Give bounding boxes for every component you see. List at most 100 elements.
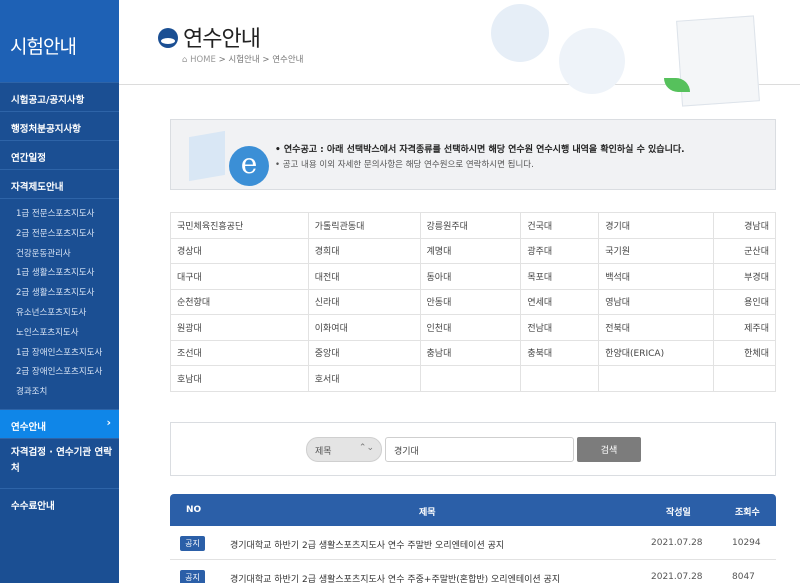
search-input[interactable]: 경기대 bbox=[385, 437, 574, 462]
institution-link[interactable]: 한양대(ERICA) bbox=[598, 339, 715, 366]
select-value: 제목 bbox=[315, 447, 332, 457]
submenu-item[interactable]: 2급 전문스포츠지도사 bbox=[0, 223, 119, 243]
sidebar-item-admin-notice[interactable]: 행정처분공지사항 bbox=[0, 111, 119, 140]
grid-row: 순천향대 신라대 안동대 연세대 영남대 용인대 bbox=[170, 288, 776, 315]
chevron-updown-icon: ⌃⌄ bbox=[358, 443, 374, 453]
grid-row: 원광대 이화여대 인천대 전남대 전북대 제주대 bbox=[170, 314, 776, 341]
decorative-block bbox=[189, 130, 225, 182]
institution-link[interactable]: 가톨릭관동대 bbox=[307, 212, 421, 239]
search-field-select[interactable]: 제목 ⌃⌄ bbox=[306, 437, 382, 462]
title-logo-icon bbox=[158, 28, 178, 48]
notice-text: • 연수공고 : 아래 선택박스에서 자격종류를 선택하시면 해당 연수원 연수… bbox=[275, 145, 685, 155]
institution-link[interactable]: 원광대 bbox=[170, 314, 309, 341]
column-title: 제목 bbox=[419, 508, 436, 518]
institution-link[interactable]: 동아대 bbox=[419, 263, 522, 290]
institution-link[interactable]: 대전대 bbox=[307, 263, 421, 290]
table-row[interactable]: 공지 경기대학교 하반기 2급 생활스포츠지도사 연수 주중+주말반(혼합반) … bbox=[170, 562, 776, 583]
institution-link[interactable]: 경상대 bbox=[170, 237, 309, 264]
institution-link[interactable]: 전북대 bbox=[598, 314, 715, 341]
institution-link[interactable]: 신라대 bbox=[307, 288, 421, 315]
institution-link[interactable]: 한체대 bbox=[713, 339, 776, 366]
sidebar-item-exam-notice[interactable]: 시험공고/공지사항 bbox=[0, 82, 119, 111]
notice-illustration: e bbox=[181, 128, 269, 186]
sidebar-item-fees[interactable]: 수수료안내 bbox=[0, 487, 119, 517]
institution-link[interactable]: 국기원 bbox=[598, 237, 715, 264]
post-date: 2021.07.28 bbox=[651, 572, 703, 582]
sidebar-item-annual-schedule[interactable]: 연간일정 bbox=[0, 140, 119, 169]
column-date: 작성일 bbox=[666, 508, 691, 518]
breadcrumb-home[interactable]: ⌂ HOME bbox=[182, 55, 216, 65]
page-title: 연수안내 bbox=[183, 27, 261, 52]
submenu-item[interactable]: 1급 전문스포츠지도사 bbox=[0, 203, 119, 223]
submenu-item[interactable]: 유소년스포츠지도사 bbox=[0, 302, 119, 322]
sidebar-item-label: 연수안내 bbox=[11, 421, 46, 433]
post-title[interactable]: 경기대학교 하반기 2급 생활스포츠지도사 연수 주중+주말반(혼합반) 오리엔… bbox=[230, 572, 560, 583]
sidebar-item-contacts[interactable]: 자격검정 · 연수기관 연락처 bbox=[0, 437, 119, 488]
institution-link[interactable]: 전남대 bbox=[520, 314, 600, 341]
institution-link[interactable]: 계명대 bbox=[419, 237, 522, 264]
institution-link[interactable]: 영남대 bbox=[598, 288, 715, 315]
sidebar: 시험안내 시험공고/공지사항 행정처분공지사항 연간일정 자격제도안내 1급 전… bbox=[0, 0, 119, 583]
post-views: 8047 bbox=[732, 572, 755, 582]
breadcrumb-path[interactable]: > 시험안내 > 연수안내 bbox=[219, 55, 304, 65]
institution-link[interactable]: 순천향대 bbox=[170, 288, 309, 315]
board-header: NO 제목 작성일 조회수 bbox=[170, 494, 776, 526]
decorative-circle bbox=[559, 28, 625, 94]
sidebar-submenu: 1급 전문스포츠지도사 2급 전문스포츠지도사 건강운동관리사 1급 생활스포츠… bbox=[0, 198, 119, 409]
post-title[interactable]: 경기대학교 하반기 2급 생활스포츠지도사 연수 주말반 오리엔테이션 공지 bbox=[230, 538, 504, 551]
column-no: NO bbox=[186, 505, 202, 515]
institution-link[interactable]: 백석대 bbox=[598, 263, 715, 290]
submenu-item[interactable]: 노인스포츠지도사 bbox=[0, 322, 119, 342]
institution-link[interactable]: 경기대 bbox=[598, 212, 715, 239]
submenu-item[interactable]: 건강운동관리사 bbox=[0, 243, 119, 263]
grid-row: 조선대 중앙대 충남대 충북대 한양대(ERICA) 한체대 bbox=[170, 339, 776, 366]
institution-link[interactable]: 경남대 bbox=[713, 212, 776, 239]
institution-link[interactable]: 이화여대 bbox=[307, 314, 421, 341]
submenu-item[interactable]: 1급 생활스포츠지도사 bbox=[0, 262, 119, 282]
column-views: 조회수 bbox=[735, 508, 760, 518]
institution-link[interactable]: 목포대 bbox=[520, 263, 600, 290]
institution-link[interactable]: 부경대 bbox=[713, 263, 776, 290]
institution-link[interactable]: 군산대 bbox=[713, 237, 776, 264]
institution-link[interactable]: 경희대 bbox=[307, 237, 421, 264]
institution-link[interactable]: 호서대 bbox=[307, 365, 421, 392]
institution-link[interactable]: 안동대 bbox=[419, 288, 522, 315]
notice-text: • 공고 내용 이외 자세한 문의사항은 해당 연수원으로 연락하시면 됩니다. bbox=[275, 160, 534, 170]
institution-link[interactable]: 충남대 bbox=[419, 339, 522, 366]
notice-badge: 공지 bbox=[180, 570, 205, 583]
sidebar-item-training[interactable]: 연수안내 › bbox=[0, 408, 119, 438]
page-header: 연수안내 ⌂ HOME > 시험안내 > 연수안내 bbox=[119, 0, 800, 107]
sidebar-title: 시험안내 bbox=[0, 0, 119, 82]
e-logo-icon: e bbox=[229, 146, 269, 186]
sidebar-item-qualification[interactable]: 자격제도안내 bbox=[0, 169, 119, 198]
institution-link[interactable]: 대구대 bbox=[170, 263, 309, 290]
search-box: 제목 ⌃⌄ 경기대 검색 bbox=[170, 422, 776, 476]
submenu-item[interactable]: 1급 장애인스포츠지도사 bbox=[0, 342, 119, 362]
post-views: 10294 bbox=[732, 538, 761, 548]
submenu-item[interactable]: 2급 장애인스포츠지도사 bbox=[0, 361, 119, 381]
submenu-item[interactable]: 2급 생활스포츠지도사 bbox=[0, 282, 119, 302]
notice-box: e • 연수공고 : 아래 선택박스에서 자격종류를 선택하시면 해당 연수원 … bbox=[170, 119, 776, 190]
institution-link[interactable]: 연세대 bbox=[520, 288, 600, 315]
institution-link[interactable]: 강릉원주대 bbox=[419, 212, 522, 239]
institution-link[interactable]: 건국대 bbox=[520, 212, 600, 239]
chevron-right-icon: › bbox=[106, 415, 111, 429]
table-row[interactable]: 공지 경기대학교 하반기 2급 생활스포츠지도사 연수 주말반 오리엔테이션 공… bbox=[170, 528, 776, 560]
institution-link[interactable]: 용인대 bbox=[713, 288, 776, 315]
empty-cell bbox=[520, 365, 600, 392]
post-date: 2021.07.28 bbox=[651, 538, 703, 548]
empty-cell bbox=[598, 365, 715, 392]
institution-link[interactable]: 국민체육진흥공단 bbox=[170, 212, 309, 239]
institution-link[interactable]: 중앙대 bbox=[307, 339, 421, 366]
institution-link[interactable]: 호남대 bbox=[170, 365, 309, 392]
institution-link[interactable]: 제주대 bbox=[713, 314, 776, 341]
search-button[interactable]: 검색 bbox=[577, 437, 641, 462]
institution-link[interactable]: 광주대 bbox=[520, 237, 600, 264]
submenu-item[interactable]: 경과조치 bbox=[0, 381, 119, 401]
institution-link[interactable]: 충북대 bbox=[520, 339, 600, 366]
institution-link[interactable]: 인천대 bbox=[419, 314, 522, 341]
empty-cell bbox=[419, 365, 522, 392]
institution-link[interactable]: 조선대 bbox=[170, 339, 309, 366]
grid-row: 대구대 대전대 동아대 목포대 백석대 부경대 bbox=[170, 263, 776, 290]
grid-row: 호남대 호서대 bbox=[170, 365, 776, 392]
